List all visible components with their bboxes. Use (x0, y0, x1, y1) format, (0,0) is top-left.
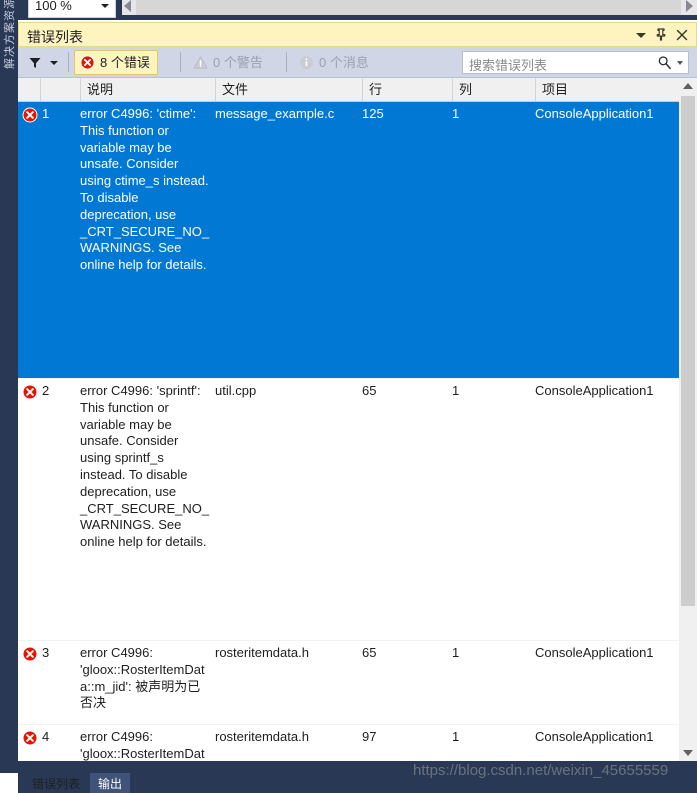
toolbar-separator (68, 52, 69, 72)
grid-column-headers: 说明 文件行列项目 (18, 78, 679, 102)
zoom-level-value: 100 % (35, 0, 72, 13)
cell-project: ConsoleApplication1 (535, 729, 654, 744)
triangle-up-icon[interactable] (683, 83, 693, 89)
cell-file: message_example.c (215, 106, 335, 121)
table-row[interactable]: 1 error C4996: 'ctime': This function or … (18, 102, 679, 379)
zoom-level-combobox[interactable]: 100 % (28, 0, 116, 18)
tool-window-tab-bar: 错误列表 输出 (18, 761, 697, 793)
chevron-down-icon[interactable] (677, 61, 683, 65)
cell-line: 65 (362, 383, 377, 398)
column-header-icon[interactable] (18, 78, 40, 101)
table-row[interactable]: 4 error C4996: 'gloox::RosterItemData::m_… (18, 725, 679, 761)
cell-column: 1 (452, 729, 460, 744)
toolbar-separator (286, 52, 287, 72)
messages-filter-button[interactable]: 0 个消息 (294, 50, 376, 75)
error-icon (22, 107, 38, 123)
cell-project: ConsoleApplication1 (535, 383, 654, 398)
triangle-right-icon[interactable] (686, 0, 693, 12)
error-icon (22, 646, 38, 662)
error-icon (80, 55, 95, 70)
triangle-left-icon[interactable] (124, 0, 131, 12)
warning-icon (193, 55, 208, 70)
tab-output[interactable]: 输出 (90, 773, 131, 793)
cell-file: rosteritemdata.h (215, 645, 309, 660)
chevron-down-icon[interactable] (50, 61, 58, 65)
warnings-filter-button[interactable]: 0 个警告 (188, 50, 270, 75)
info-icon (299, 55, 314, 70)
tool-window-title-bar: 错误列表 (18, 22, 697, 47)
column-header-line[interactable]: 行 (362, 78, 452, 101)
search-input[interactable]: 搜索错误列表 (462, 51, 689, 74)
cell-column: 1 (452, 383, 460, 398)
cell-description: error C4996: 'gloox::RosterItemData::m_j… (80, 645, 205, 711)
cell-description: error C4996: 'gloox::RosterItemData::m_j… (80, 729, 205, 761)
chevron-down-icon[interactable] (101, 4, 109, 8)
vertical-scrollbar[interactable] (679, 78, 697, 761)
row-number: 3 (42, 645, 50, 660)
column-header-project[interactable]: 项目 (535, 78, 679, 101)
table-row[interactable]: 3 error C4996: 'gloox::RosterItemData::m_… (18, 641, 679, 725)
editor-horizontal-scrollbar[interactable] (122, 0, 697, 15)
cell-project: ConsoleApplication1 (535, 106, 654, 121)
cell-column: 1 (452, 645, 460, 660)
toolbar-separator (180, 52, 181, 72)
column-header-file[interactable]: 文件 (215, 78, 362, 101)
funnel-icon (28, 56, 42, 73)
warnings-filter-label: 0 个警告 (213, 55, 263, 70)
close-icon[interactable] (673, 26, 691, 44)
cell-line: 65 (362, 645, 377, 660)
tab-error-list[interactable]: 错误列表 (24, 773, 88, 793)
cell-project: ConsoleApplication1 (535, 645, 654, 660)
cell-description: error C4996: 'sprintf': This function or… (80, 383, 210, 550)
chevron-down-icon[interactable] (632, 26, 650, 44)
cell-line: 97 (362, 729, 377, 744)
cell-line: 125 (362, 106, 384, 121)
error-list-grid: 说明 文件行列项目 1 error C4996: 'ctime': This fun… (18, 78, 697, 761)
error-list-tool-window-screen: 100 % 解决方案资源管理器 错误列表 8 个错误 0 个警告 0 个消息 搜… (0, 0, 697, 793)
table-row[interactable]: 2 error C4996: 'sprintf': This function o… (18, 379, 679, 641)
filter-button[interactable] (26, 52, 62, 73)
error-list-toolbar: 8 个错误 0 个警告 0 个消息 搜索错误列表 (18, 47, 697, 78)
row-number: 1 (42, 106, 50, 121)
cell-file: util.cpp (215, 383, 257, 398)
cell-description: error C4996: 'ctime': This function or v… (80, 106, 210, 273)
row-number: 4 (42, 729, 50, 744)
pin-icon[interactable] (652, 26, 670, 44)
left-dock-rail-label[interactable]: 解决方案资源管理器 (1, 0, 17, 69)
triangle-down-icon[interactable] (683, 750, 693, 756)
column-header-column[interactable]: 列 (452, 78, 535, 101)
search-icon[interactable] (657, 55, 672, 73)
cell-column: 1 (452, 106, 460, 121)
column-header-num[interactable] (40, 78, 80, 101)
error-icon (22, 730, 38, 746)
errors-filter-label: 8 个错误 (100, 55, 150, 70)
search-placeholder: 搜索错误列表 (469, 58, 548, 73)
error-list-tool-window: 错误列表 8 个错误 0 个警告 0 个消息 搜索错误列表 说明 文件 行 列 … (18, 20, 697, 793)
column-header-description[interactable]: 说明 (80, 78, 215, 101)
errors-filter-button[interactable]: 8 个错误 (74, 50, 158, 75)
vertical-scroll-thumb[interactable] (681, 96, 695, 606)
messages-filter-label: 0 个消息 (319, 55, 369, 70)
editor-bottom-strip: 100 % (0, 0, 697, 20)
left-dock-rail[interactable]: 解决方案资源管理器 (0, 0, 18, 773)
page-title: 错误列表 (27, 29, 83, 45)
error-icon (22, 384, 38, 400)
horizontal-scroll-track[interactable] (136, 0, 681, 15)
row-number: 2 (42, 383, 50, 398)
grid-rows-container[interactable]: 1 error C4996: 'ctime': This function or … (18, 102, 679, 761)
cell-file: rosteritemdata.h (215, 729, 309, 744)
